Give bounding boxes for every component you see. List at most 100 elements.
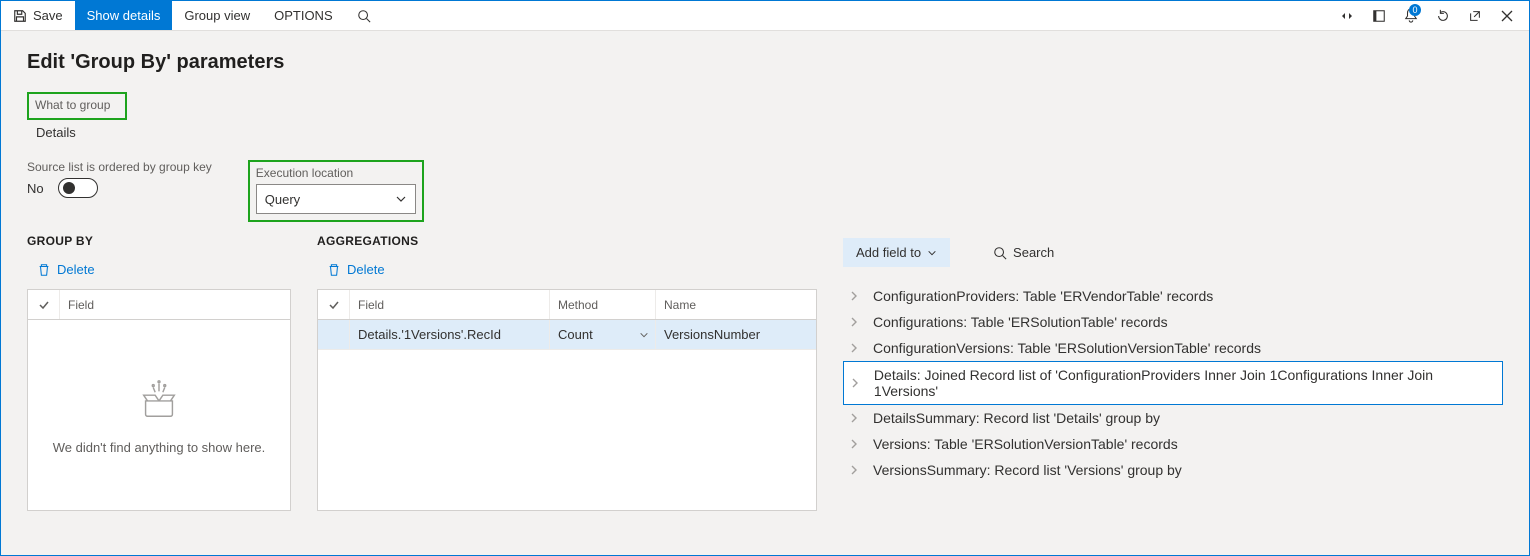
expander-icon[interactable] [849,317,859,327]
office-icon[interactable] [1365,2,1393,30]
expander-icon[interactable] [850,378,860,388]
save-icon [13,9,27,23]
ordered-value: No [27,181,44,196]
ordered-by-key-field: Source list is ordered by group key No [27,160,212,222]
tree-item[interactable]: ConfigurationVersions: Table 'ERSolution… [843,335,1503,361]
options-button[interactable]: OPTIONS [262,1,345,30]
execution-location-value: Query [265,192,300,207]
notifications-button[interactable]: 0 [1397,2,1425,30]
page-title: Edit 'Group By' parameters [27,51,1503,74]
tree-item-label: Details: Joined Record list of 'Configur… [874,367,1496,399]
tree-toolbar: Add field to Search [843,238,1503,267]
search-icon [357,9,371,23]
execution-location-select[interactable]: Query [256,184,416,214]
aggregations-check-header[interactable] [318,290,350,319]
group-view-button[interactable]: Group view [172,1,262,30]
what-to-group-input[interactable]: Details [27,118,1505,146]
command-bar: Save Show details Group view OPTIONS 0 [1,1,1529,31]
search-icon [993,246,1007,260]
aggregations-title: AGGREGATIONS [317,234,817,248]
refresh-button[interactable] [1429,2,1457,30]
data-sources-tree: ConfigurationProviders: Table 'ERVendorT… [843,283,1503,483]
tree-item[interactable]: ConfigurationProviders: Table 'ERVendorT… [843,283,1503,309]
tree-item-label: VersionsSummary: Record list 'Versions' … [873,462,1182,478]
tree-item-label: ConfigurationProviders: Table 'ERVendorT… [873,288,1213,304]
chevron-down-icon [927,248,937,258]
trash-icon [37,263,51,277]
tree-item-label: DetailsSummary: Record list 'Details' gr… [873,410,1160,426]
row-check[interactable] [318,320,350,349]
what-to-group-label: What to group [35,98,119,112]
aggregations-empty-space [318,350,816,510]
settings-row: Source list is ordered by group key No E… [27,160,1503,222]
expander-icon[interactable] [849,291,859,301]
group-by-empty-text: We didn't find anything to show here. [53,440,266,455]
group-by-delete-label: Delete [57,262,95,277]
close-button[interactable] [1493,2,1521,30]
group-by-delete-button[interactable]: Delete [27,258,105,281]
row-name[interactable]: VersionsNumber [656,320,816,349]
tree-item[interactable]: Versions: Table 'ERSolutionVersionTable'… [843,431,1503,457]
ordered-toggle[interactable] [58,178,98,198]
bell-icon: 0 [1404,8,1418,24]
page-body: Edit 'Group By' parameters What to group… [1,31,1529,531]
what-to-group-value: Details [36,125,76,140]
group-by-field-header[interactable]: Field [60,290,290,319]
expander-icon[interactable] [849,413,859,423]
table-row[interactable]: Details.'1Versions'.RecId Count Versions… [318,320,816,350]
execution-location-label: Execution location [256,166,416,180]
notification-badge: 0 [1409,4,1421,16]
chevron-down-icon [395,193,407,205]
add-field-to-button[interactable]: Add field to [843,238,950,267]
aggregations-method-header[interactable]: Method [550,290,656,319]
toggle-knob [63,182,75,194]
row-method-value: Count [558,327,593,342]
trash-icon [327,263,341,277]
group-by-thead: Field [28,290,290,320]
save-label: Save [33,8,63,23]
expander-icon[interactable] [849,439,859,449]
group-by-empty: We didn't find anything to show here. [28,320,290,510]
tree-item[interactable]: DetailsSummary: Record list 'Details' gr… [843,405,1503,431]
group-by-column: GROUP BY Delete Field We [27,234,291,511]
aggregations-name-header[interactable]: Name [656,290,816,319]
group-by-title: GROUP BY [27,234,291,248]
empty-icon [136,376,182,422]
command-bar-left: Save Show details Group view OPTIONS [1,1,383,30]
aggregations-delete-label: Delete [347,262,385,277]
aggregations-field-header[interactable]: Field [350,290,550,319]
tree-item[interactable]: Details: Joined Record list of 'Configur… [843,361,1503,405]
tree-item[interactable]: VersionsSummary: Record list 'Versions' … [843,457,1503,483]
group-by-table: Field We didn't find anything to show he… [27,289,291,511]
command-bar-right: 0 [1333,1,1529,30]
toolbar-search-button[interactable] [345,1,383,30]
add-field-to-label: Add field to [856,245,921,260]
group-view-label: Group view [184,8,250,23]
options-label: OPTIONS [274,8,333,23]
connector-icon[interactable] [1333,2,1361,30]
main-columns: GROUP BY Delete Field We [27,234,1503,511]
ordered-toggle-row: No [27,178,212,198]
group-by-check-header[interactable] [28,290,60,319]
aggregations-delete-button[interactable]: Delete [317,258,395,281]
row-field[interactable]: Details.'1Versions'.RecId [350,320,550,349]
ordered-label: Source list is ordered by group key [27,160,212,174]
save-button[interactable]: Save [1,1,75,30]
execution-location-highlight: Execution location Query [248,160,424,222]
aggregations-table: Field Method Name Details.'1Versions'.Re… [317,289,817,511]
tree-search-button[interactable]: Search [980,238,1067,267]
tree-item[interactable]: Configurations: Table 'ERSolutionTable' … [843,309,1503,335]
aggregations-thead: Field Method Name [318,290,816,320]
data-sources-column: Add field to Search ConfigurationProvide… [843,234,1503,511]
expander-icon[interactable] [849,465,859,475]
tree-item-label: Versions: Table 'ERSolutionVersionTable'… [873,436,1178,452]
expander-icon[interactable] [849,343,859,353]
show-details-button[interactable]: Show details [75,1,173,30]
what-to-group-field-highlight: What to group [27,92,127,120]
tree-search-label: Search [1013,245,1054,260]
tree-item-label: ConfigurationVersions: Table 'ERSolution… [873,340,1261,356]
popout-button[interactable] [1461,2,1489,30]
tree-item-label: Configurations: Table 'ERSolutionTable' … [873,314,1168,330]
aggregations-column: AGGREGATIONS Delete Field Method Name [317,234,817,511]
row-method[interactable]: Count [550,320,656,349]
